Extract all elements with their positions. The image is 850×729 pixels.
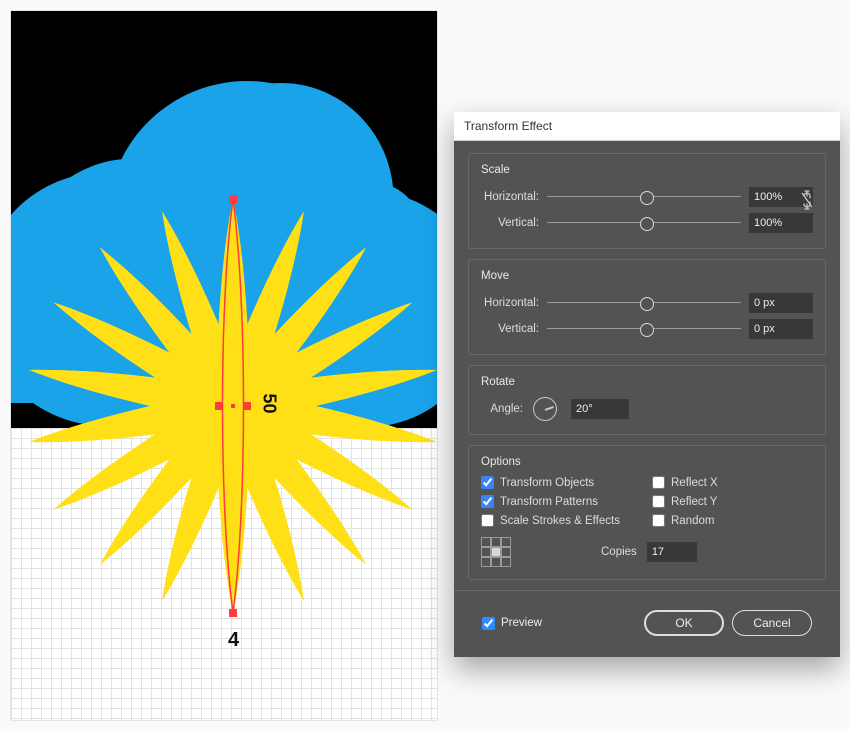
move-section: Move Horizontal: Vertical: [468, 259, 826, 355]
scale-section: Scale Horizontal: Vertical: [468, 153, 826, 249]
preview-toggle[interactable]: Preview [482, 617, 542, 630]
move-h-slider[interactable] [547, 295, 741, 311]
constrain-proportions-icon[interactable] [799, 190, 815, 213]
opt-transform-patterns[interactable]: Transform Patterns [481, 495, 642, 508]
dialog-title: Transform Effect [454, 112, 840, 141]
angle-input[interactable] [571, 399, 629, 419]
scale-v-slider[interactable] [547, 215, 741, 231]
checkbox-label: Transform Patterns [500, 496, 598, 508]
checkbox-label: Reflect Y [671, 496, 717, 508]
ok-button[interactable]: OK [644, 610, 724, 636]
copies-input[interactable] [647, 542, 697, 562]
checkbox[interactable] [481, 514, 494, 527]
anchor-handle[interactable] [243, 402, 251, 410]
section-heading: Move [481, 270, 813, 282]
scale-h-label: Horizontal: [481, 191, 539, 203]
opt-transform-objects[interactable]: Transform Objects [481, 476, 642, 489]
scale-v-label: Vertical: [481, 217, 539, 229]
transform-effect-dialog: Transform Effect Scale Horizontal: Verti… [454, 112, 840, 657]
checkbox[interactable] [652, 476, 665, 489]
checkbox[interactable] [652, 514, 665, 527]
anchor-handle[interactable] [229, 195, 237, 203]
opt-reflect-y[interactable]: Reflect Y [652, 495, 813, 508]
checkbox[interactable] [652, 495, 665, 508]
dimension-label-4: 4 [228, 629, 239, 652]
move-h-label: Horizontal: [481, 297, 539, 309]
preview-label: Preview [501, 617, 542, 629]
section-heading: Scale [481, 164, 813, 176]
section-heading: Rotate [481, 376, 813, 388]
angle-dial[interactable] [533, 397, 557, 421]
opt-random[interactable]: Random [652, 514, 813, 527]
move-v-label: Vertical: [481, 323, 539, 335]
center-point[interactable] [231, 404, 235, 408]
scale-h-slider[interactable] [547, 189, 741, 205]
preview-checkbox[interactable] [482, 617, 495, 630]
rotate-section: Rotate Angle: [468, 365, 826, 435]
move-v-slider[interactable] [547, 321, 741, 337]
move-v-input[interactable] [749, 319, 813, 339]
reference-point-grid[interactable] [481, 537, 511, 567]
checkbox[interactable] [481, 476, 494, 489]
angle-label: Angle: [481, 403, 523, 415]
artwork-svg [11, 11, 437, 720]
section-heading: Options [481, 456, 813, 468]
dimension-label-50: 50 [259, 393, 280, 413]
checkbox-label: Scale Strokes & Effects [500, 515, 620, 527]
opt-reflect-x[interactable]: Reflect X [652, 476, 813, 489]
copies-label: Copies [601, 546, 637, 558]
anchor-handle[interactable] [215, 402, 223, 410]
reference-point-center[interactable] [491, 547, 501, 557]
checkbox[interactable] [481, 495, 494, 508]
scale-v-input[interactable] [749, 213, 813, 233]
artboard: 50 4 [10, 10, 438, 721]
move-h-input[interactable] [749, 293, 813, 313]
checkbox-label: Random [671, 515, 714, 527]
checkbox-label: Transform Objects [500, 477, 594, 489]
checkbox-label: Reflect X [671, 477, 718, 489]
cancel-button[interactable]: Cancel [732, 610, 812, 636]
opt-scale-strokes[interactable]: Scale Strokes & Effects [481, 514, 642, 527]
options-section: Options Transform Objects Reflect X Tran… [468, 445, 826, 580]
divider [454, 590, 840, 591]
anchor-handle[interactable] [229, 609, 237, 617]
